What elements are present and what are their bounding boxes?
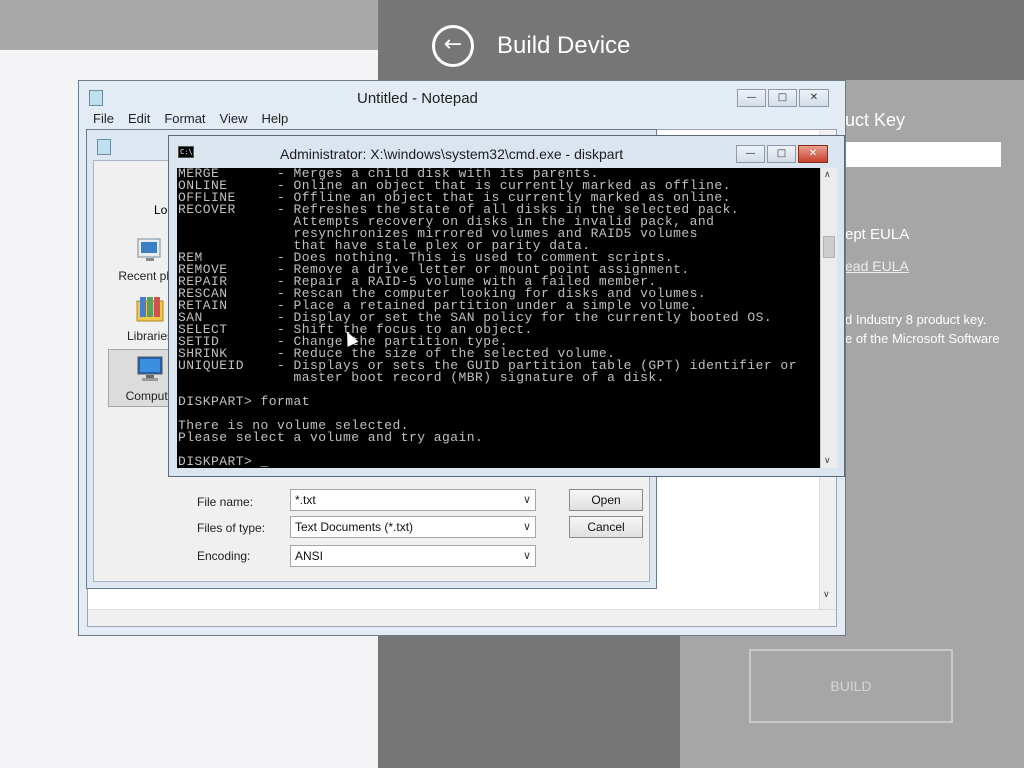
notepad-menu-bar: File Edit Format View Help [93,111,288,126]
menu-file[interactable]: File [93,111,114,126]
encoding-value: ANSI [295,549,324,563]
chevron-down-icon[interactable]: ∨ [523,549,531,562]
encoding-select[interactable]: ANSI ∨ [290,545,536,567]
background-left-header [0,0,378,50]
product-key-label: uct Key [845,110,906,130]
cancel-button[interactable]: Cancel [569,516,643,538]
files-of-type-label: Files of type: [197,521,266,535]
cmd-vertical-scrollbar[interactable]: ∧ ∨ [820,168,837,468]
chevron-down-icon[interactable]: ∨ [523,520,531,533]
cmd-app-icon: C:\. [178,146,197,158]
console-line: DISKPART> format [178,394,311,409]
scroll-down-icon[interactable]: ∨ [823,590,830,600]
minimize-icon[interactable]: — [736,145,765,163]
close-icon[interactable]: ✕ [799,89,829,107]
notepad-title: Untitled - Notepad [357,90,478,107]
recent-places-icon [134,233,166,265]
maximize-icon[interactable]: □ [768,89,797,107]
page-title: Build Device [497,32,631,59]
scroll-down-icon[interactable]: ∨ [824,456,831,466]
sidebar-label: Libraries [126,329,174,343]
info-text-line-1: d Industry 8 product key. [845,312,987,327]
chevron-down-icon[interactable]: ∨ [523,493,531,506]
file-name-input[interactable]: *.txt ∨ [290,489,536,511]
computer-icon [134,353,166,385]
scrollbar-thumb[interactable] [823,236,835,258]
minimize-icon[interactable]: — [737,89,766,107]
libraries-icon [134,293,166,325]
file-name-label: File name: [197,495,254,509]
console-output[interactable]: MERGE - Merges a child disk with its par… [177,168,820,468]
menu-help[interactable]: Help [261,111,288,126]
close-icon[interactable]: ✕ [798,145,828,163]
files-of-type-select[interactable]: Text Documents (*.txt) ∨ [290,516,536,538]
menu-view[interactable]: View [220,111,248,126]
cmd-title: Administrator: X:\windows\system32\cmd.e… [280,146,624,162]
cmd-window-controls: — □ ✕ [736,145,828,163]
build-button[interactable]: BUILD [749,649,953,723]
scroll-up-icon[interactable]: ∧ [824,170,831,180]
back-arrow-icon[interactable]: ← [432,25,474,67]
menu-format[interactable]: Format [164,111,205,126]
product-key-input[interactable] [842,142,1001,167]
files-of-type-value: Text Documents (*.txt) [295,520,414,534]
console-prompt[interactable]: DISKPART> _ [178,455,820,468]
info-text-line-2: e of the Microsoft Software [845,331,1000,346]
maximize-icon[interactable]: □ [767,145,796,163]
menu-edit[interactable]: Edit [128,111,150,126]
file-name-value: *.txt [295,493,316,507]
console-line: master boot record (MBR) signature of a … [178,370,665,385]
cmd-window: C:\. Administrator: X:\windows\system32\… [168,135,845,477]
encoding-label: Encoding: [197,549,251,563]
notepad-app-icon [89,90,103,106]
dialog-app-icon [97,139,111,155]
notepad-horizontal-scrollbar[interactable] [88,609,836,626]
accept-eula-checkbox-label[interactable]: ept EULA [845,226,909,243]
open-button[interactable]: Open [569,489,643,511]
notepad-window-controls: — □ ✕ [737,89,829,107]
read-eula-link[interactable]: ead EULA [845,258,909,274]
console-line: Please select a volume and try again. [178,430,484,445]
